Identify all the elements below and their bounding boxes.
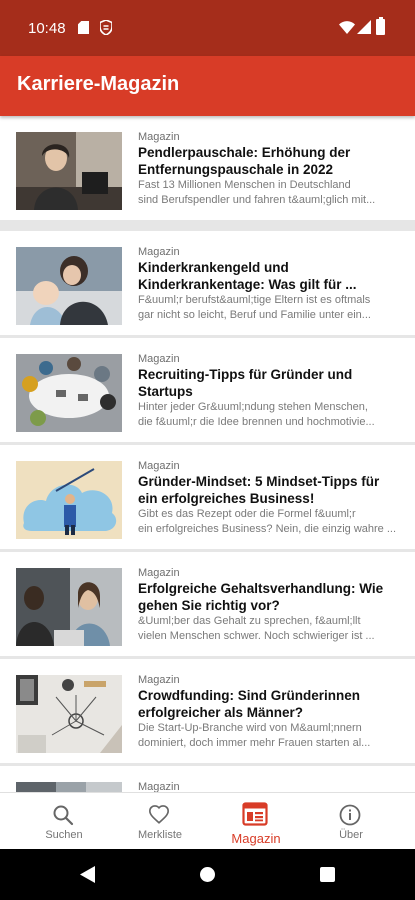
battery-icon — [376, 17, 385, 35]
article-summary: Fast 13 Millionen Menschen in Deutschlan… — [138, 179, 376, 206]
article-summary: Die Start-Up-Branche wird von M&auml;nne… — [138, 722, 371, 749]
article-category: Magazin — [138, 674, 180, 686]
nav-label: Merkliste — [137, 829, 182, 841]
status-bar: 10:48 — [0, 0, 415, 56]
article-item-partial[interactable]: Magazin — [0, 766, 415, 792]
article-thumbnail — [16, 132, 122, 210]
page-title: Karriere-Magazin — [17, 73, 180, 95]
nav-item-ueber[interactable]: Über — [301, 793, 401, 850]
search-icon — [53, 805, 74, 826]
article-thumbnail — [16, 461, 122, 539]
article-summary: &Uuml;ber das Gehalt zu sprechen, f&auml… — [138, 615, 375, 642]
article-headline: Erfolgreiche Gehaltsverhandlung: Wie geh… — [138, 581, 384, 613]
article-item-crowdfunding[interactable]: Magazin Crowdfunding: Sind Gründerinnen … — [0, 659, 415, 763]
home-icon[interactable] — [200, 867, 215, 882]
article-item-pendlerpauschale[interactable]: Magazin Pendlerpauschale: Erhöhung der E… — [0, 116, 415, 220]
article-thumbnail — [16, 247, 122, 325]
article-thumbnail — [16, 675, 122, 753]
article-item-recruiting[interactable]: Magazin Recruiting-Tipps für Gründer und… — [0, 338, 415, 442]
article-thumbnail — [16, 568, 122, 646]
article-item-gehaltsverhandlung[interactable]: Magazin Erfolgreiche Gehaltsverhandlung:… — [0, 552, 415, 656]
nav-item-merkliste[interactable]: Merkliste — [110, 793, 210, 850]
app-bar: Karriere-Magazin — [0, 56, 415, 116]
article-headline: Recruiting-Tipps für Gründer und Startup… — [138, 367, 353, 399]
article-category: Magazin — [138, 567, 180, 579]
wifi-icon — [339, 21, 355, 34]
article-headline: Pendlerpauschale: Erhöhung der Entfernun… — [138, 145, 351, 177]
nav-label: Suchen — [45, 829, 83, 841]
cell-signal-icon — [357, 20, 371, 34]
article-category: Magazin — [138, 460, 180, 472]
bottom-navigation: Suchen Merkliste Magazin Über — [0, 792, 415, 849]
nav-item-suchen[interactable]: Suchen — [14, 793, 114, 850]
article-category: Magazin — [138, 353, 180, 365]
article-headline: Kinderkrankengeld und Kinderkrankentage:… — [138, 260, 357, 292]
article-summary: Hinter jeder Gr&uuml;ndung stehen Mensch… — [138, 401, 375, 428]
article-item-kinderkrankengeld[interactable]: Magazin Kinderkrankengeld und Kinderkran… — [0, 231, 415, 335]
article-summary: Gibt es das Rezept oder die Formel f&uum… — [138, 508, 397, 535]
back-icon[interactable] — [80, 866, 95, 883]
article-category: Magazin — [138, 246, 180, 258]
info-icon — [339, 804, 361, 826]
nav-item-magazin[interactable]: Magazin — [206, 793, 306, 850]
article-headline: Crowdfunding: Sind Gründerinnen erfolgre… — [138, 688, 360, 720]
heart-icon — [149, 805, 169, 824]
sd-card-icon — [78, 21, 89, 34]
nav-label: Über — [339, 829, 363, 841]
recent-apps-icon[interactable] — [320, 867, 335, 882]
status-time: 10:48 — [28, 20, 66, 37]
article-category: Magazin — [138, 131, 180, 143]
article-headline: Gründer-Mindset: 5 Mindset-Tipps für ein… — [138, 474, 380, 506]
shield-icon — [100, 20, 112, 35]
nav-label: Magazin — [231, 831, 281, 846]
article-summary: F&uuml;r berufst&auml;tige Eltern ist es… — [138, 294, 371, 321]
article-item-gruender-mindset[interactable]: Magazin Gründer-Mindset: 5 Mindset-Tipps… — [0, 445, 415, 549]
system-navigation-bar — [0, 849, 415, 900]
article-category: Magazin — [138, 781, 180, 792]
article-list[interactable]: Magazin Pendlerpauschale: Erhöhung der E… — [0, 116, 415, 792]
newspaper-icon — [242, 802, 268, 826]
article-thumbnail — [16, 782, 122, 792]
article-thumbnail — [16, 354, 122, 432]
